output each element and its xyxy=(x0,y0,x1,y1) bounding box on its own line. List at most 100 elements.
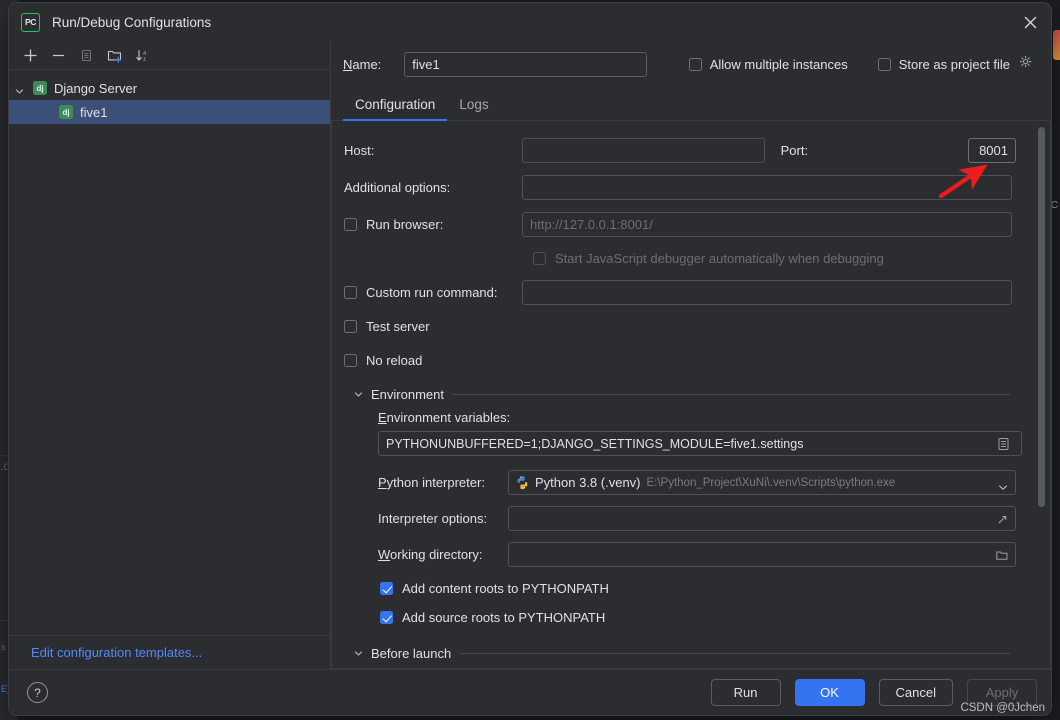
allow-multiple-instances-checkbox[interactable]: Allow multiple instances xyxy=(688,56,848,72)
run-browser-row: Run browser: http://127.0.0.1:8001/ xyxy=(344,207,1016,241)
host-input[interactable] xyxy=(522,137,765,163)
custom-run-command-checkbox[interactable]: Custom run command: xyxy=(344,285,522,300)
folder-icon[interactable] xyxy=(990,544,1014,567)
name-row: Name: Allow multiple instances Store as … xyxy=(331,41,1051,87)
working-directory-input[interactable] xyxy=(508,542,1016,567)
add-content-roots-label: Add content roots to PYTHONPATH xyxy=(402,581,609,596)
watermark: CSDN @0Jchen xyxy=(960,702,1045,714)
tab-logs[interactable]: Logs xyxy=(447,97,500,120)
host-label: Host: xyxy=(344,142,375,158)
tree-item-label: Django Server xyxy=(54,80,138,96)
dialog-titlebar: PC Run/Debug Configurations xyxy=(9,3,1051,41)
environment-section-title: Environment xyxy=(371,387,444,402)
checkbox-box xyxy=(533,251,546,265)
chevron-down-icon[interactable] xyxy=(354,649,363,658)
allow-multiple-instances-label: Allow multiple instances xyxy=(709,56,848,72)
python-interpreter-row: Python interpreter: Python 3.8 (.venv) E… xyxy=(378,470,1016,495)
tree-item-five1[interactable]: dj five1 xyxy=(9,100,330,124)
run-debug-configurations-dialog: PC Run/Debug Configurations a z dj Djang… xyxy=(8,2,1052,716)
chevron-down-icon[interactable] xyxy=(354,390,363,399)
section-divider xyxy=(451,394,1010,395)
checkbox-box[interactable] xyxy=(344,319,357,333)
python-icon xyxy=(515,475,530,490)
expand-icon[interactable] xyxy=(990,508,1014,531)
python-interpreter-label: Python interpreter: xyxy=(378,475,485,490)
django-icon: dj xyxy=(59,105,73,119)
store-as-project-file-label: Store as project file xyxy=(898,56,1010,72)
python-interpreter-name: Python 3.8 (.venv) xyxy=(535,475,641,490)
section-divider xyxy=(459,652,1010,654)
configuration-tabs: Configuration Logs xyxy=(331,87,1051,121)
before-launch-section-header[interactable]: Before launch xyxy=(354,647,1016,659)
remove-configuration-button[interactable] xyxy=(46,44,71,67)
store-as-project-file-checkbox[interactable]: Store as project file xyxy=(877,55,1033,74)
add-content-roots-checkbox[interactable]: Add content roots to PYTHONPATH xyxy=(380,581,1016,596)
port-label: Port: xyxy=(780,142,809,158)
environment-variables-input[interactable]: PYTHONUNBUFFERED=1;DJANGO_SETTINGS_MODUL… xyxy=(378,431,1022,456)
python-interpreter-path: E:\Python_Project\XuNi\.venv\Scripts\pyt… xyxy=(646,476,896,489)
test-server-checkbox[interactable]: Test server xyxy=(344,309,1016,343)
checkbox-box[interactable] xyxy=(877,57,891,71)
no-reload-label: No reload xyxy=(366,352,423,368)
checkbox-box[interactable] xyxy=(344,217,357,231)
add-configuration-button[interactable] xyxy=(18,44,43,67)
close-icon[interactable] xyxy=(1019,11,1041,33)
interpreter-options-row: Interpreter options: xyxy=(378,506,1016,531)
before-launch-title: Before launch xyxy=(371,647,452,659)
dialog-footer: ? Run OK Cancel Apply CSDN @0Jchen xyxy=(9,669,1051,715)
chevron-down-icon[interactable] xyxy=(998,479,1008,497)
tree-item-label: five1 xyxy=(80,104,108,120)
test-server-label: Test server xyxy=(366,318,430,334)
configuration-form: Host: Port: 8001 Additional options: Run… xyxy=(332,121,1050,668)
start-js-debugger-checkbox: Start JavaScript debugger automatically … xyxy=(533,241,1016,275)
working-directory-label: Working directory: xyxy=(378,547,483,562)
python-interpreter-select[interactable]: Python 3.8 (.venv) E:\Python_Project\XuN… xyxy=(508,470,1016,495)
checkbox-box[interactable] xyxy=(380,611,393,624)
new-folder-button[interactable] xyxy=(102,44,127,67)
edit-configuration-templates-link[interactable]: Edit configuration templates... xyxy=(31,645,202,660)
edit-list-icon[interactable] xyxy=(991,432,1015,455)
checkbox-box[interactable] xyxy=(344,353,357,367)
question-mark-icon[interactable]: ? xyxy=(27,682,48,703)
configurations-toolbar: a z xyxy=(9,41,330,70)
configuration-scroll-area: Host: Port: 8001 Additional options: Run… xyxy=(331,121,1051,669)
additional-options-row: Additional options: xyxy=(344,170,1016,204)
dialog-body: a z dj Django Server dj five1 Edit confi… xyxy=(9,41,1051,669)
cancel-button[interactable]: Cancel xyxy=(878,679,953,706)
checkbox-box[interactable] xyxy=(344,285,357,299)
run-browser-label: Run browser: xyxy=(366,216,444,232)
copy-configuration-button[interactable] xyxy=(74,44,99,67)
configurations-left-panel: a z dj Django Server dj five1 Edit confi… xyxy=(9,41,331,669)
sort-alpha-icon[interactable]: a z xyxy=(130,44,155,67)
chevron-down-icon[interactable] xyxy=(15,84,24,94)
start-js-debugger-label: Start JavaScript debugger automatically … xyxy=(555,250,884,266)
ide-left-fragment-2: s xyxy=(1,642,6,652)
run-browser-checkbox[interactable]: Run browser: xyxy=(344,217,522,232)
additional-options-input[interactable] xyxy=(522,174,1012,200)
ide-right-accent-marker xyxy=(1053,30,1060,60)
interpreter-options-label: Interpreter options: xyxy=(378,511,488,526)
run-button[interactable]: Run xyxy=(710,679,781,706)
interpreter-options-input[interactable] xyxy=(508,506,1016,531)
edit-templates-footer: Edit configuration templates... xyxy=(9,635,330,669)
additional-options-label: Additional options: xyxy=(344,179,451,195)
custom-run-command-input[interactable] xyxy=(522,279,1012,305)
ok-button[interactable]: OK xyxy=(794,679,865,706)
environment-section-header[interactable]: Environment xyxy=(354,387,1016,402)
tab-configuration[interactable]: Configuration xyxy=(343,97,448,121)
checkbox-box[interactable] xyxy=(380,582,393,595)
tree-item-django-server[interactable]: dj Django Server xyxy=(9,76,330,100)
gear-icon[interactable] xyxy=(1019,55,1033,74)
checkbox-box[interactable] xyxy=(688,57,702,71)
port-input[interactable]: 8001 xyxy=(967,137,1016,163)
environment-variables-label: Environment variables: xyxy=(378,410,511,425)
add-source-roots-checkbox[interactable]: Add source roots to PYTHONPATH xyxy=(380,610,1016,625)
run-browser-url-input[interactable]: http://127.0.0.1:8001/ xyxy=(522,211,1012,237)
no-reload-checkbox[interactable]: No reload xyxy=(344,343,1016,377)
host-row: Host: Port: 8001 xyxy=(344,133,1016,167)
vertical-scrollbar[interactable] xyxy=(1038,127,1045,507)
configuration-right-panel: Name: Allow multiple instances Store as … xyxy=(331,41,1051,669)
configurations-tree: dj Django Server dj five1 xyxy=(9,70,330,635)
name-input[interactable] xyxy=(404,51,648,77)
dialog-title: Run/Debug Configurations xyxy=(52,14,212,30)
